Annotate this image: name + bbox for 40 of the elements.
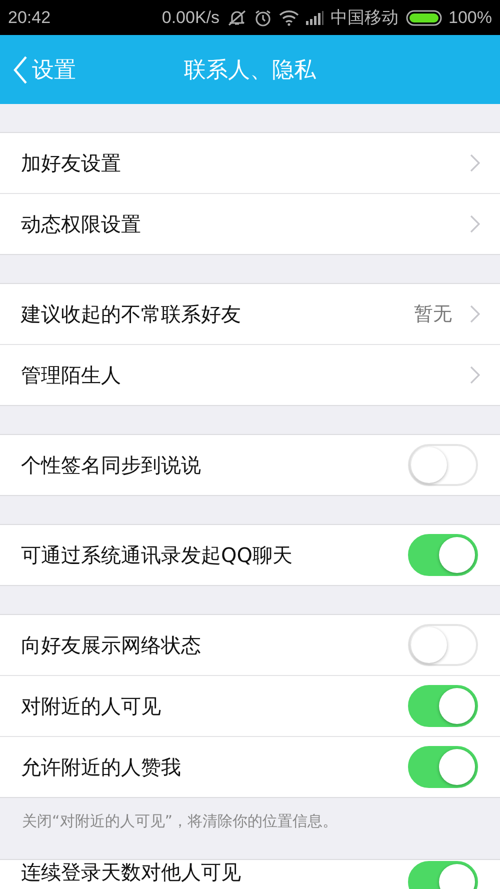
carrier-name: 中国移动 (330, 7, 399, 29)
setting-label: 个性签名同步到说说 (21, 452, 202, 478)
footnote-text: 关闭“对附近的人可见”，将清除你的位置信息。 (21, 811, 339, 832)
settings-row[interactable]: 连续登录天数对他人可见 (0, 860, 500, 889)
toggle-switch[interactable] (408, 534, 478, 576)
wifi-icon (278, 10, 299, 26)
status-time: 20:42 (8, 8, 51, 28)
setting-label: 连续登录天数对他人可见 (21, 861, 242, 883)
page-title: 联系人、隐私 (184, 56, 316, 84)
alarm-clock-icon (254, 8, 272, 26)
toggle-switch[interactable] (408, 746, 478, 788)
settings-row[interactable]: 向好友展示网络状态 (0, 615, 500, 676)
settings-row[interactable]: 个性签名同步到说说 (0, 435, 500, 495)
chevron-icon (470, 305, 480, 323)
setting-value: 暂无 (414, 302, 452, 327)
chevron-icon (470, 154, 480, 172)
setting-label: 动态权限设置 (21, 210, 142, 238)
settings-row[interactable]: 允许附近的人赞我 (0, 737, 500, 797)
setting-label: 建议收起的不常联系好友 (21, 300, 242, 328)
setting-label: 对附近的人可见 (21, 692, 162, 720)
battery-percent: 100% (448, 8, 492, 28)
settings-row[interactable]: 可通过系统通讯录发起QQ聊天 (0, 525, 500, 585)
settings-row[interactable]: 建议收起的不常联系好友 暂无 (0, 284, 500, 345)
settings-row[interactable]: 加好友设置 (0, 133, 500, 194)
setting-label: 允许附近的人赞我 (21, 754, 182, 780)
battery-icon (406, 10, 442, 26)
toggle-switch[interactable] (408, 685, 478, 727)
settings-row[interactable]: 对附近的人可见 (0, 676, 500, 737)
settings-row[interactable]: 管理陌生人 (0, 345, 500, 405)
chevron-icon (470, 215, 480, 233)
setting-label: 加好友设置 (21, 150, 122, 176)
network-speed: 0.00K/s (162, 8, 220, 28)
muted-bell-icon (226, 8, 247, 26)
setting-label: 可通过系统通讯录发起QQ聊天 (21, 542, 294, 568)
setting-label: 管理陌生人 (21, 362, 122, 388)
chevron-icon (470, 366, 480, 384)
setting-label: 向好友展示网络状态 (21, 632, 202, 658)
signal-icon (306, 10, 324, 24)
settings-row[interactable]: 动态权限设置 (0, 194, 500, 254)
back-chevron-icon (12, 54, 28, 84)
